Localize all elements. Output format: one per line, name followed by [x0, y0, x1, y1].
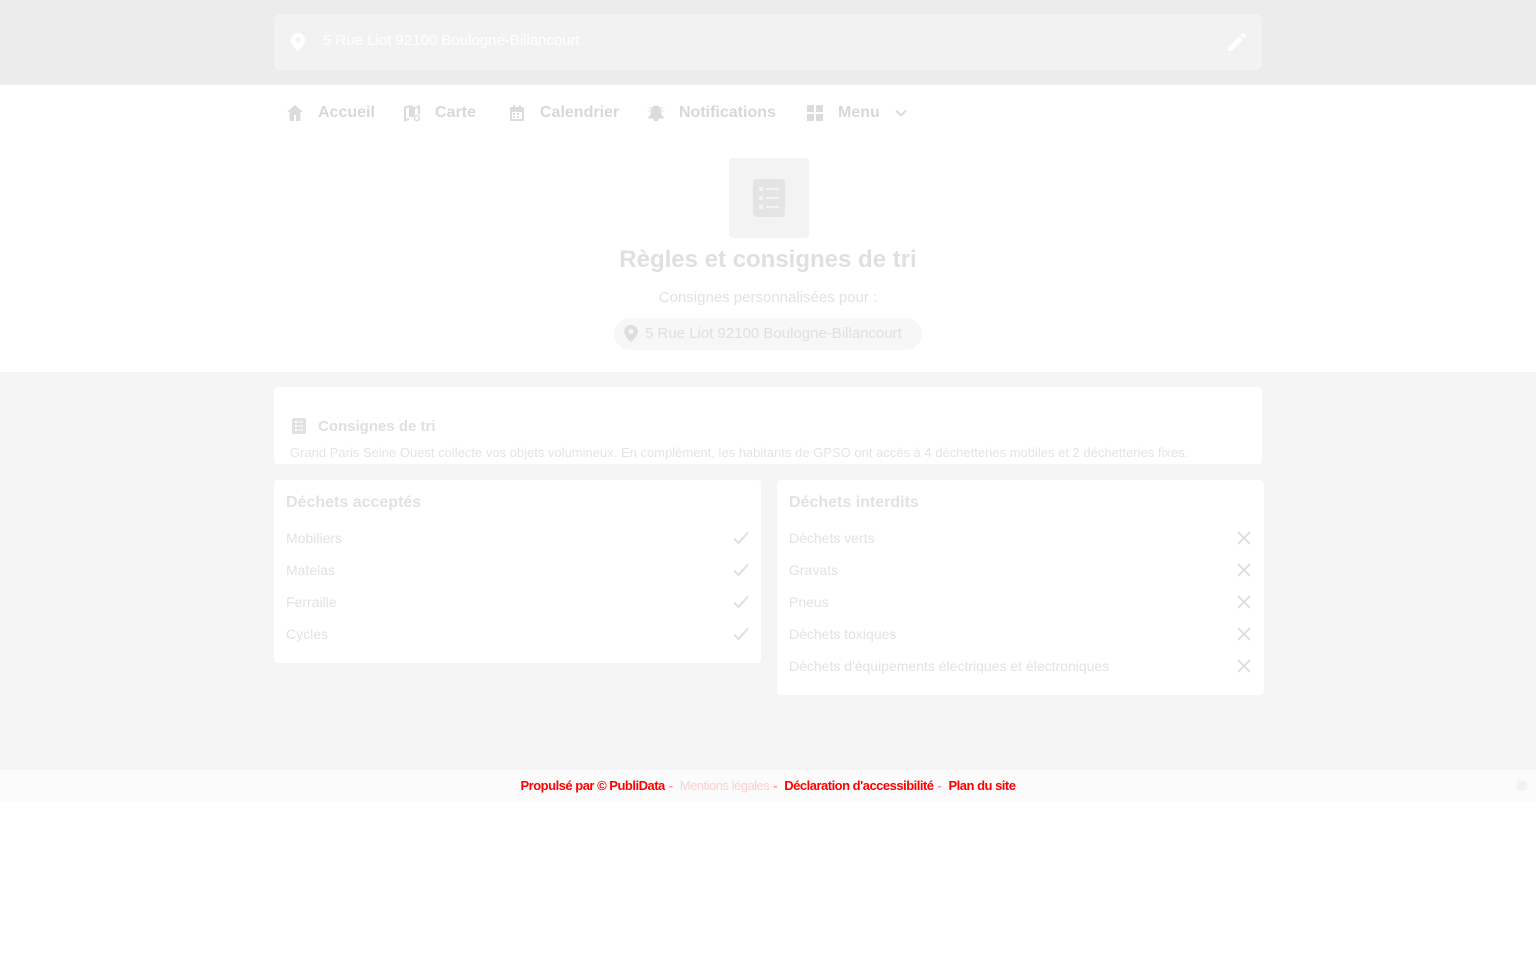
list-item-label: Déchets d'équipements électriques et éle…	[789, 658, 1110, 674]
close-icon	[1237, 627, 1251, 641]
list-item: Gravats	[789, 558, 1252, 582]
footer-link-plan[interactable]: Plan du site	[949, 778, 1016, 793]
list-item: Déchets toxiques	[789, 622, 1252, 646]
list-item-label: Mobiliers	[286, 530, 343, 546]
close-icon	[1237, 563, 1251, 577]
list-item: Ferraille	[286, 590, 749, 614]
page-title: Règles et consignes de tri	[619, 246, 917, 273]
hero-icon-box	[729, 158, 809, 238]
nav-item-calendrier[interactable]: Calendrier	[508, 85, 619, 141]
list-item: Déchets d'équipements électriques et éle…	[789, 654, 1252, 678]
consignes-description: Grand Paris Seine Ouest collecte vos obj…	[290, 445, 1189, 460]
consignes-header: Consignes de tri	[292, 417, 436, 435]
check-icon	[733, 563, 749, 577]
accepted-title: Déchets acceptés	[286, 494, 422, 511]
map-icon	[404, 105, 421, 122]
list-item: Matelas	[286, 558, 749, 582]
close-icon	[1237, 595, 1251, 609]
list-item-label: Pneus	[789, 594, 829, 610]
address-chip-text: 5 Rue Liot 92100 Boulogne-Billancourt	[645, 325, 902, 342]
consignes-title: Consignes de tri	[318, 417, 436, 435]
footer-link-publidata[interactable]: © PubliData	[597, 778, 665, 793]
nav-label: Menu	[838, 104, 880, 121]
main-nav: Accueil Carte Calendrier Notifications M…	[0, 85, 1536, 141]
checklist-icon	[753, 179, 785, 217]
nav-label: Accueil	[318, 104, 375, 121]
address-text: 5 Rue Liot 92100 Boulogne-Billancourt	[323, 32, 580, 49]
list-item-label: Déchets toxiques	[789, 626, 897, 642]
accepted-waste-card: Déchets acceptés Mobiliers Matelas Ferra…	[274, 480, 761, 663]
footer: Propulsé par © PubliData - Mentions légal…	[0, 770, 1536, 802]
list-item-label: Cycles	[286, 626, 329, 642]
consignes-card: Consignes de tri Grand Paris Seine Ouest…	[274, 387, 1262, 464]
hero: Règles et consignes de tri Consignes per…	[0, 141, 1536, 372]
list-item: Mobiliers	[286, 526, 749, 550]
footer-link-accessibilite[interactable]: Déclaration d'accessibilité	[784, 778, 934, 793]
list-item: Cycles	[286, 622, 749, 646]
nav-label: Carte	[435, 104, 476, 121]
list-item-label: Matelas	[286, 562, 336, 578]
footer-link-propulse[interactable]: Propulsé par	[521, 778, 595, 793]
close-icon	[1237, 659, 1251, 673]
footer-link-mentions[interactable]: Mentions légales	[680, 778, 770, 793]
list-item: Déchets verts	[789, 526, 1252, 550]
home-icon	[287, 105, 303, 121]
checklist-icon	[292, 418, 306, 434]
content: Consignes de tri Grand Paris Seine Ouest…	[0, 372, 1536, 770]
check-icon	[733, 595, 749, 609]
close-icon	[1237, 531, 1251, 545]
address-chip: 5 Rue Liot 92100 Boulogne-Billancourt	[614, 318, 922, 350]
check-icon	[733, 627, 749, 641]
list-item-label: Déchets verts	[789, 530, 875, 546]
nav-item-accueil[interactable]: Accueil	[286, 85, 375, 141]
footer-links: Propulsé par © PubliData - Mentions légal…	[520, 778, 1016, 793]
scroll-indicator	[1516, 780, 1527, 791]
map-pin-icon	[290, 33, 306, 51]
nav-item-menu[interactable]: Menu	[806, 85, 908, 141]
page-subtitle: Consignes personnalisées pour :	[658, 289, 878, 306]
top-band: 5 Rue Liot 92100 Boulogne-Billancourt	[0, 0, 1536, 85]
grid-icon	[807, 105, 823, 121]
chevron-down-icon	[895, 109, 907, 117]
forbidden-waste-card: Déchets interdits Déchets verts Gravats …	[777, 480, 1264, 695]
calendar-icon	[510, 105, 524, 121]
address-bar[interactable]: 5 Rue Liot 92100 Boulogne-Billancourt	[274, 14, 1262, 70]
nav-label: Notifications	[679, 104, 776, 121]
pencil-icon[interactable]	[1228, 33, 1246, 51]
nav-item-notifications[interactable]: Notifications	[647, 85, 776, 141]
bell-icon	[647, 105, 665, 122]
map-pin-icon	[624, 325, 638, 342]
list-item-label: Gravats	[789, 562, 839, 578]
nav-item-carte[interactable]: Carte	[403, 85, 476, 141]
check-icon	[733, 531, 749, 545]
nav-label: Calendrier	[540, 104, 620, 121]
list-item-label: Ferraille	[286, 594, 337, 610]
list-item: Pneus	[789, 590, 1252, 614]
forbidden-title: Déchets interdits	[789, 494, 919, 511]
